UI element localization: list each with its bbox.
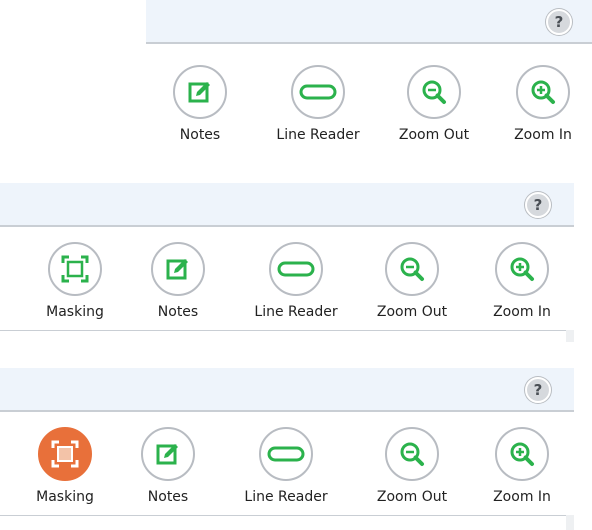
notes-icon bbox=[156, 444, 178, 465]
help-icon[interactable]: ? bbox=[525, 377, 551, 403]
tool-label: Masking bbox=[36, 489, 94, 505]
notes-button[interactable] bbox=[173, 65, 227, 119]
help-icon[interactable]: ? bbox=[525, 192, 551, 218]
zoom-in-icon bbox=[510, 442, 534, 466]
tool-label: Notes bbox=[147, 489, 189, 505]
tool-label: Notes bbox=[179, 127, 221, 143]
tool-label: Zoom In bbox=[493, 304, 551, 320]
zoom-out-icon bbox=[422, 80, 446, 104]
help-icon[interactable]: ? bbox=[546, 9, 572, 35]
zoom-out-button[interactable] bbox=[385, 427, 439, 481]
tool-label: Zoom In bbox=[514, 127, 572, 143]
zoom-out-button[interactable] bbox=[407, 65, 461, 119]
tool-label: Line Reader bbox=[254, 304, 338, 320]
notes-button[interactable] bbox=[151, 242, 205, 296]
tool-label: Notes bbox=[157, 304, 199, 320]
notes-icon bbox=[166, 259, 188, 280]
scrollbar-track[interactable] bbox=[566, 330, 574, 342]
line-reader-button[interactable] bbox=[269, 242, 323, 296]
line-reader-button[interactable] bbox=[259, 427, 313, 481]
zoom-out-button[interactable] bbox=[385, 242, 439, 296]
tool-label: Masking bbox=[46, 304, 104, 320]
tool-label: Line Reader bbox=[244, 489, 328, 505]
tool-label: Zoom In bbox=[493, 489, 551, 505]
zoom-in-icon bbox=[531, 80, 555, 104]
toolbar-header bbox=[0, 368, 574, 412]
zoom-in-button[interactable] bbox=[495, 242, 549, 296]
line-reader-icon bbox=[267, 446, 305, 462]
tool-label: Zoom Out bbox=[376, 489, 448, 505]
notes-button[interactable] bbox=[141, 427, 195, 481]
zoom-out-icon bbox=[400, 257, 424, 281]
masking-icon bbox=[61, 255, 89, 283]
masking-button[interactable] bbox=[38, 427, 92, 481]
masking-icon bbox=[51, 440, 79, 468]
zoom-out-icon bbox=[400, 442, 424, 466]
tool-label: Line Reader bbox=[276, 127, 360, 143]
zoom-in-button[interactable] bbox=[516, 65, 570, 119]
line-reader-icon bbox=[277, 261, 315, 277]
line-reader-icon bbox=[299, 84, 337, 100]
masking-button[interactable] bbox=[48, 242, 102, 296]
scrollbar-track[interactable] bbox=[566, 515, 574, 530]
tool-label: Zoom Out bbox=[398, 127, 470, 143]
panel-divider bbox=[0, 330, 574, 331]
toolbar-header bbox=[146, 0, 592, 44]
zoom-in-button[interactable] bbox=[495, 427, 549, 481]
tool-label: Zoom Out bbox=[376, 304, 448, 320]
zoom-in-icon bbox=[510, 257, 534, 281]
toolbar-header bbox=[0, 183, 574, 227]
notes-icon bbox=[188, 82, 210, 103]
line-reader-button[interactable] bbox=[291, 65, 345, 119]
panel-divider bbox=[0, 515, 574, 516]
